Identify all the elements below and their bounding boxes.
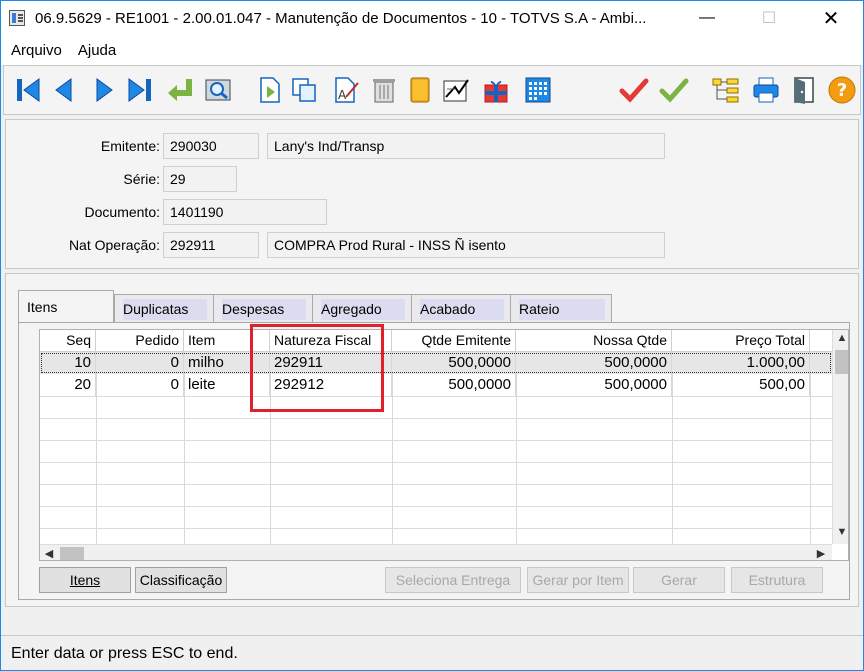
vertical-scrollbar[interactable]: ▲ ▼: [832, 330, 848, 544]
tab-acabado-label: Acabado: [420, 301, 476, 317]
exit-door-icon[interactable]: [788, 74, 820, 106]
cell-qtde-emitente: 500,0000: [392, 352, 516, 374]
cell-pedido: 0: [96, 374, 184, 396]
tab-duplicatas[interactable]: Duplicatas: [114, 294, 214, 322]
tab-agregado[interactable]: Agregado: [312, 294, 412, 322]
tab-despesas[interactable]: Despesas: [213, 294, 313, 322]
cell-preco-total: 500,00: [672, 374, 810, 396]
tab-acabado[interactable]: Acabado: [411, 294, 511, 322]
tab-itens-label: Itens: [27, 299, 58, 315]
cell-qtde-emitente: 500,0000: [392, 374, 516, 396]
col-qtde-emitente[interactable]: Qtde Emitente: [392, 330, 516, 352]
grid-header: Seq Pedido Item Natureza Fiscal Qtde Emi…: [40, 330, 832, 352]
tree-structure-icon[interactable]: [710, 74, 742, 106]
tab-rateio[interactable]: Rateio: [510, 294, 612, 322]
application-window: 06.9.5629 - RE1001 - 2.00.01.047 - Manut…: [0, 0, 864, 671]
title-bar: 06.9.5629 - RE1001 - 2.00.01.047 - Manut…: [1, 1, 863, 35]
document-header-panel: Emitente: 290030 Lany's Ind/Transp Série…: [5, 119, 859, 269]
confirm-red-check-icon[interactable]: [618, 74, 650, 106]
search-icon[interactable]: [202, 74, 234, 106]
maximize-button[interactable]: ☐: [746, 1, 792, 35]
first-record-icon[interactable]: [12, 74, 44, 106]
vertical-scroll-thumb[interactable]: [835, 350, 848, 374]
col-nossa-qtde[interactable]: Nossa Qtde: [516, 330, 672, 352]
scroll-right-icon[interactable]: ▶: [812, 547, 830, 560]
last-record-icon[interactable]: [124, 74, 156, 106]
sign-document-icon[interactable]: [440, 74, 472, 106]
tab-agregado-label: Agregado: [321, 301, 382, 317]
scroll-up-icon[interactable]: ▲: [833, 332, 848, 344]
gift-icon[interactable]: [480, 74, 512, 106]
tab-rateio-label: Rateio: [519, 301, 560, 317]
col-preco-total[interactable]: Preço Total: [672, 330, 810, 352]
tab-duplicatas-label: Duplicatas: [123, 301, 189, 317]
menu-bar: Arquivo Ajuda: [1, 35, 863, 65]
documento-label: Documento:: [84, 204, 160, 220]
menu-ajuda[interactable]: Ajuda: [78, 42, 116, 59]
tab-itens[interactable]: Itens: [18, 290, 114, 324]
table-row[interactable]: 10 0 milho 292911 500,0000 500,0000 1.00…: [40, 352, 832, 374]
nat-operacao-desc-field[interactable]: COMPRA Prod Rural - INSS Ñ isento: [267, 232, 665, 258]
documento-field[interactable]: 1401190: [163, 199, 327, 225]
col-seq[interactable]: Seq: [40, 330, 96, 352]
gerar-button[interactable]: Gerar: [633, 567, 725, 593]
trash-icon[interactable]: [368, 74, 400, 106]
toolbar: A ?: [3, 65, 861, 115]
app-icon[interactable]: [9, 10, 25, 26]
cell-seq: 20: [40, 374, 96, 396]
cell-nossa-qtde: 500,0000: [516, 352, 672, 374]
status-bar: Enter data or press ESC to end.: [1, 635, 863, 670]
calendar-icon[interactable]: [522, 74, 554, 106]
menu-arquivo[interactable]: Arquivo: [11, 42, 62, 59]
classificacao-button[interactable]: Classificação: [135, 567, 227, 593]
help-icon[interactable]: ?: [826, 74, 858, 106]
tab-area: Itens Duplicatas Despesas Agregado Acaba…: [5, 273, 859, 607]
seleciona-entrega-button[interactable]: Seleciona Entrega: [385, 567, 521, 593]
table-row[interactable]: 20 0 leite 292912 500,0000 500,0000 500,…: [40, 374, 832, 396]
estrutura-button[interactable]: Estrutura: [731, 567, 823, 593]
col-pedido[interactable]: Pedido: [96, 330, 184, 352]
confirm-green-check-icon[interactable]: [658, 74, 690, 106]
edit-document-icon[interactable]: A: [330, 74, 362, 106]
horizontal-scrollbar[interactable]: ◀ ▶: [40, 544, 832, 560]
gerar-por-item-button[interactable]: Gerar por Item: [527, 567, 629, 593]
notes-icon[interactable]: [404, 74, 436, 106]
items-grid[interactable]: Seq Pedido Item Natureza Fiscal Qtde Emi…: [39, 329, 849, 561]
tab-itens-content: Seq Pedido Item Natureza Fiscal Qtde Emi…: [18, 322, 850, 600]
tab-despesas-label: Despesas: [222, 301, 285, 317]
previous-record-icon[interactable]: [48, 74, 80, 106]
itens-button[interactable]: Itens: [39, 567, 131, 593]
scroll-down-icon[interactable]: ▼: [833, 526, 848, 538]
serie-field[interactable]: 29: [163, 166, 237, 192]
cell-nossa-qtde: 500,0000: [516, 374, 672, 396]
cell-seq: 10: [40, 352, 96, 374]
cell-pedido: 0: [96, 352, 184, 374]
serie-label: Série:: [123, 171, 160, 187]
svg-text:A: A: [338, 88, 347, 102]
nat-operacao-label: Nat Operação:: [68, 237, 160, 253]
emitente-label: Emitente:: [100, 138, 160, 154]
scroll-left-icon[interactable]: ◀: [40, 547, 58, 560]
emitente-name-field[interactable]: Lany's Ind/Transp: [267, 133, 665, 159]
minimize-button[interactable]: —: [684, 1, 730, 35]
goto-return-icon[interactable]: [164, 74, 196, 106]
window-title: 06.9.5629 - RE1001 - 2.00.01.047 - Manut…: [35, 9, 647, 27]
nat-operacao-code-field[interactable]: 292911: [163, 232, 259, 258]
copy-icon[interactable]: [288, 74, 320, 106]
horizontal-scroll-thumb[interactable]: [60, 547, 84, 560]
next-record-icon[interactable]: [88, 74, 120, 106]
print-icon[interactable]: [750, 74, 782, 106]
emitente-code-field[interactable]: 290030: [163, 133, 259, 159]
highlight-box: [250, 324, 384, 412]
svg-text:?: ?: [837, 80, 847, 101]
itens-button-label: Itens: [69, 572, 101, 588]
new-document-icon[interactable]: [254, 74, 286, 106]
cell-preco-total: 1.000,00: [672, 352, 810, 374]
close-button[interactable]: ✕: [808, 1, 854, 35]
